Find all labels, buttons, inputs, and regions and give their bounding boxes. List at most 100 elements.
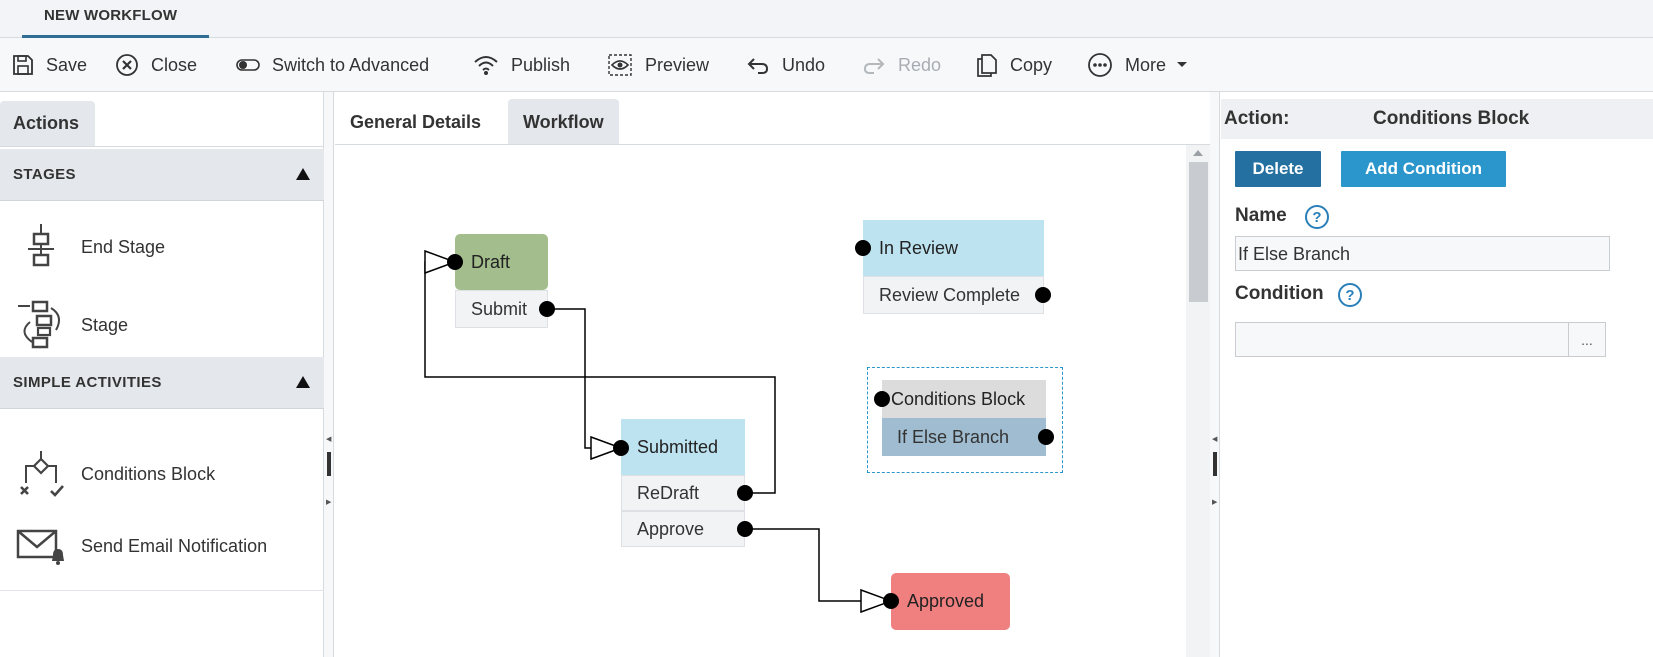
- output-port[interactable]: [737, 521, 753, 537]
- input-port[interactable]: [447, 254, 463, 270]
- connector-submit-to-submitted: [547, 308, 611, 449]
- branch-if-else[interactable]: If Else Branch: [882, 418, 1046, 456]
- condition-browse-button[interactable]: ...: [1568, 322, 1606, 357]
- toggle-switch-icon: [236, 59, 260, 71]
- close-circle-icon: [116, 54, 138, 76]
- action-item-label: Stage: [81, 314, 129, 335]
- condition-input[interactable]: [1235, 322, 1569, 357]
- redo-button[interactable]: Redo: [862, 50, 941, 80]
- output-port[interactable]: [1035, 287, 1051, 303]
- stage-title: Approved: [891, 573, 1010, 630]
- eye-frame-icon: [608, 54, 632, 76]
- name-help-icon[interactable]: ?: [1305, 205, 1329, 229]
- input-port[interactable]: [613, 440, 629, 456]
- input-port[interactable]: [883, 593, 899, 609]
- switch-to-advanced-label: Switch to Advanced: [272, 54, 430, 75]
- more-dots-icon: [1088, 53, 1112, 77]
- copy-documents-icon: [977, 54, 997, 77]
- redo-arrow-icon: [863, 58, 885, 74]
- caret-down-icon: [1177, 62, 1188, 67]
- email-bell-icon: [16, 529, 64, 565]
- save-button[interactable]: Save: [12, 50, 87, 80]
- add-condition-button[interactable]: Add Condition: [1341, 151, 1506, 187]
- redo-label: Redo: [898, 54, 942, 75]
- tab-general-details[interactable]: General Details: [335, 99, 496, 144]
- stage-title: In Review: [863, 220, 1044, 276]
- delete-button[interactable]: Delete: [1235, 151, 1321, 187]
- action-item-stage[interactable]: Stage: [0, 295, 324, 355]
- canvas-scrollbar[interactable]: [1186, 145, 1210, 657]
- section-header-stages[interactable]: STAGES: [0, 149, 324, 201]
- connector-approve-to-approved: [745, 528, 875, 602]
- conditions-block-node[interactable]: Conditions Block If Else Branch: [867, 367, 1063, 473]
- name-input[interactable]: If Else Branch: [1235, 236, 1610, 271]
- undo-arrow-icon: [747, 58, 769, 74]
- action-value: Conditions Block: [1373, 108, 1530, 129]
- tab-workflow[interactable]: Workflow: [508, 99, 619, 144]
- action-item-end-stage[interactable]: End Stage: [0, 217, 324, 277]
- toolbar: Save Close Switch to Advanced Publish Pr…: [0, 38, 1653, 92]
- actions-panel: Actions STAGES End Stage Stage SIMPLE AC…: [0, 92, 324, 657]
- right-panel-splitter[interactable]: ◀ ▶: [1210, 92, 1220, 657]
- action-item-label: Conditions Block: [81, 463, 216, 484]
- action-item-label: Send Email Notification: [81, 535, 268, 556]
- tab-actions[interactable]: Actions: [0, 101, 95, 146]
- stage-flow-icon: [18, 300, 61, 349]
- action-item-label: End Stage: [81, 236, 166, 257]
- workflow-editor: General Details Workflow Draft Submit In…: [335, 92, 1210, 657]
- switch-to-advanced-button[interactable]: Switch to Advanced: [236, 50, 429, 80]
- undo-button[interactable]: Undo: [746, 50, 825, 80]
- condition-label: Condition: [1235, 283, 1324, 304]
- workflow-canvas[interactable]: Draft Submit In Review Review Complete C…: [335, 145, 1187, 657]
- divider: [0, 590, 324, 591]
- collapse-caret-icon: [296, 376, 310, 388]
- transition-submit[interactable]: Submit: [455, 290, 548, 328]
- preview-button[interactable]: Preview: [607, 50, 709, 80]
- splitter-arrow-right-icon: ▶: [326, 499, 332, 506]
- tab-new-workflow[interactable]: NEW WORKFLOW: [22, 0, 209, 38]
- conditions-block-title: Conditions Block: [882, 380, 1046, 418]
- publish-label: Publish: [511, 54, 571, 75]
- left-panel-splitter[interactable]: ◀ ▶: [324, 92, 334, 657]
- splitter-arrow-left-icon: ◀: [326, 436, 332, 443]
- transition-redraft[interactable]: ReDraft: [621, 475, 745, 511]
- input-port[interactable]: [855, 240, 871, 256]
- output-port[interactable]: [1038, 429, 1054, 445]
- conditions-branch-icon: [20, 451, 64, 497]
- condition-help-icon[interactable]: ?: [1338, 283, 1362, 307]
- copy-label: Copy: [1010, 54, 1053, 75]
- close-label: Close: [151, 54, 198, 75]
- output-port[interactable]: [737, 485, 753, 501]
- action-item-send-email-notification[interactable]: Send Email Notification: [0, 516, 324, 576]
- action-item-conditions-block[interactable]: Conditions Block: [0, 444, 324, 504]
- stage-title: Draft: [455, 234, 548, 290]
- end-stage-icon: [28, 224, 54, 267]
- scroll-thumb[interactable]: [1189, 162, 1208, 302]
- section-title: STAGES: [13, 166, 76, 183]
- stage-title: Submitted: [621, 419, 745, 475]
- preview-label: Preview: [645, 54, 710, 75]
- copy-button[interactable]: Copy: [976, 50, 1052, 80]
- transition-approve[interactable]: Approve: [621, 511, 745, 547]
- undo-label: Undo: [782, 54, 826, 75]
- more-label: More: [1125, 54, 1167, 75]
- more-menu-button[interactable]: More: [1087, 50, 1188, 80]
- collapse-caret-icon: [296, 168, 310, 180]
- close-button[interactable]: Close: [115, 50, 197, 80]
- floppy-disk-icon: [13, 55, 33, 75]
- transition-review-complete[interactable]: Review Complete: [863, 276, 1044, 314]
- publish-button[interactable]: Publish: [473, 50, 570, 80]
- properties-panel: Action: Conditions Block Delete Add Cond…: [1221, 92, 1653, 657]
- top-tab-bar: NEW WORKFLOW: [0, 0, 1653, 38]
- scroll-up-arrow-icon[interactable]: [1193, 150, 1203, 156]
- section-header-simple-activities[interactable]: SIMPLE ACTIVITIES: [0, 357, 324, 409]
- save-label: Save: [46, 54, 88, 75]
- input-port[interactable]: [874, 391, 890, 407]
- splitter-handle[interactable]: [327, 452, 331, 476]
- output-port[interactable]: [539, 301, 555, 317]
- section-title: SIMPLE ACTIVITIES: [13, 374, 162, 391]
- name-label: Name: [1235, 205, 1287, 226]
- splitter-handle[interactable]: [1213, 452, 1217, 476]
- divider: [0, 146, 324, 147]
- splitter-arrow-left-icon: ◀: [1212, 436, 1218, 443]
